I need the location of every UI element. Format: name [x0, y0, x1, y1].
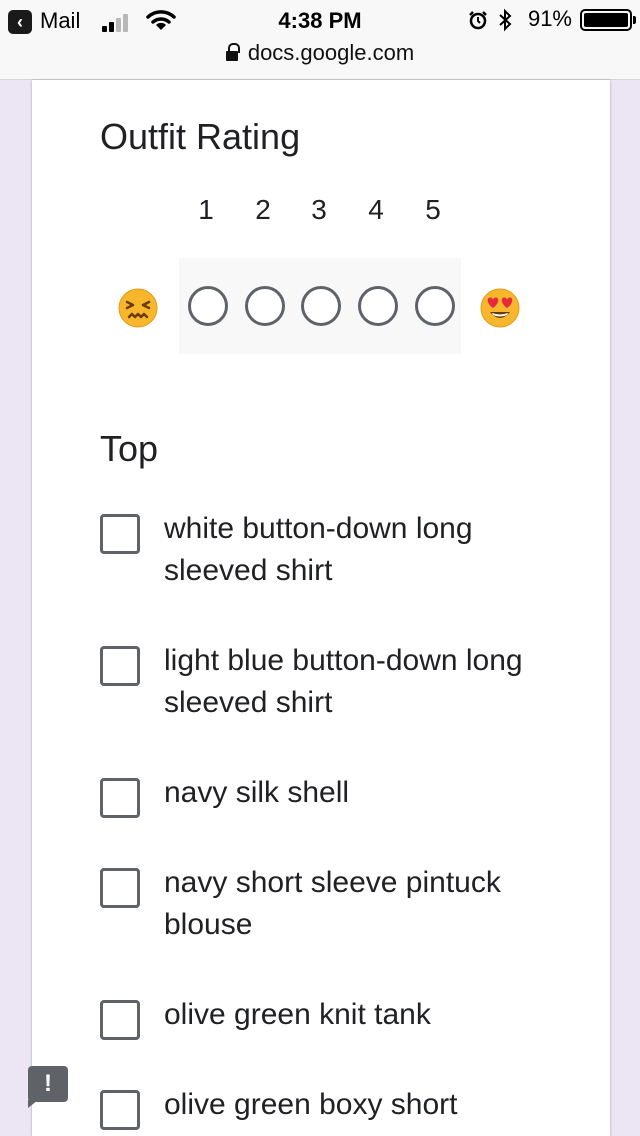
- address-bar[interactable]: docs.google.com: [0, 40, 640, 66]
- checkbox[interactable]: [100, 646, 140, 686]
- scale-number-2: 2: [255, 194, 271, 225]
- option-label[interactable]: olive green knit tank: [164, 994, 564, 1036]
- confounded-face-emoji-icon: [118, 288, 158, 328]
- checkbox[interactable]: [100, 868, 140, 908]
- scale-number-4: 4: [368, 194, 384, 225]
- scale-number-1: 1: [198, 194, 214, 225]
- feedback-button-tail: [28, 1100, 38, 1108]
- alarm-clock-icon: [469, 11, 487, 30]
- rating-radio-3[interactable]: [301, 286, 341, 326]
- url-text[interactable]: docs.google.com: [248, 40, 414, 65]
- option-label[interactable]: white button-down long sleeved shirt: [164, 508, 564, 592]
- scale-number-5: 5: [425, 194, 441, 225]
- checkbox[interactable]: [100, 1000, 140, 1040]
- lock-icon: [225, 43, 240, 61]
- rating-radio-5[interactable]: [415, 286, 455, 326]
- battery-cap: [633, 16, 636, 24]
- form-card: Outfit Rating 1 2 3 4 5 Top white button…: [32, 80, 610, 1136]
- checkbox[interactable]: [100, 514, 140, 554]
- section-title: Top: [100, 428, 159, 469]
- bluetooth-icon: [499, 8, 512, 32]
- rating-radio-4[interactable]: [358, 286, 398, 326]
- option-label[interactable]: olive green boxy short: [164, 1084, 564, 1126]
- option-label[interactable]: light blue button-down long sleeved shir…: [164, 640, 564, 724]
- question-title: Outfit Rating: [100, 116, 301, 157]
- checkbox[interactable]: [100, 1090, 140, 1130]
- scale-numbers: 1 2 3 4 5: [32, 194, 610, 234]
- rating-radio-1[interactable]: [188, 286, 228, 326]
- rating-radio-2[interactable]: [245, 286, 285, 326]
- status-bar: ‹ Mail 4:38 PM 91% docs.google.com: [0, 0, 640, 80]
- rating-scale: [179, 258, 461, 354]
- report-feedback-button[interactable]: !: [28, 1066, 68, 1102]
- heart-eyes-emoji-icon: [480, 288, 520, 328]
- scale-number-3: 3: [311, 194, 327, 225]
- option-label[interactable]: navy short sleeve pintuck blouse: [164, 862, 564, 946]
- battery-icon: [580, 9, 632, 31]
- option-label[interactable]: navy silk shell: [164, 772, 564, 814]
- checkbox[interactable]: [100, 778, 140, 818]
- battery-percent: 91%: [527, 6, 572, 31]
